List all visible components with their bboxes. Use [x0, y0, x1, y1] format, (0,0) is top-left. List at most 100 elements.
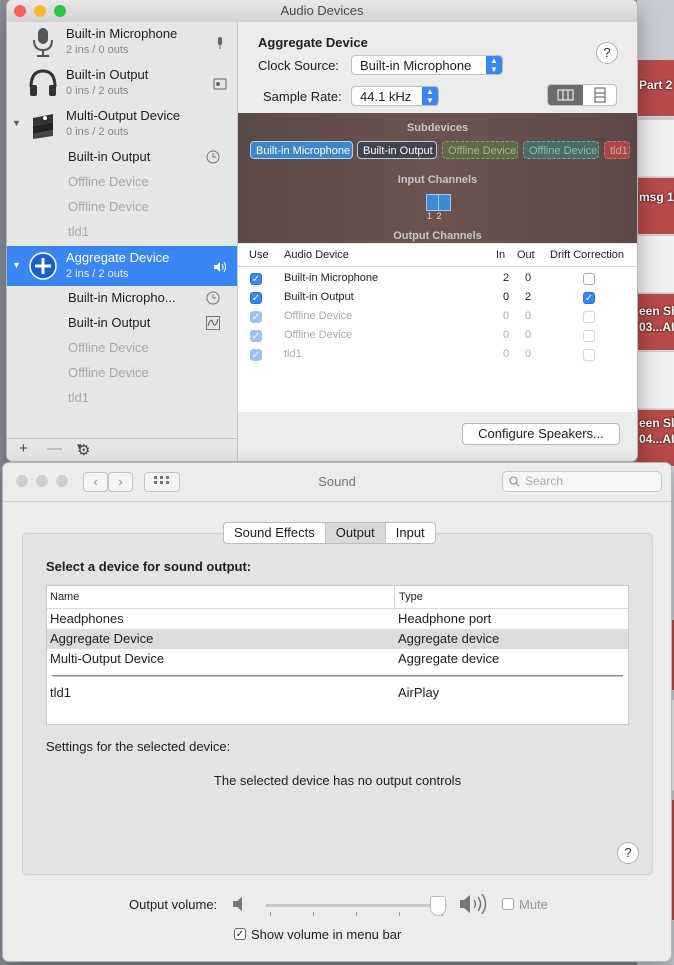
out-cell: 0 [525, 272, 532, 284]
disclosure-triangle-icon[interactable]: ▼ [12, 260, 21, 270]
sidebar-item-built-in-microphone[interactable]: Built-in Microphone 2 ins / 0 outs [7, 22, 237, 62]
mute-checkbox[interactable] [502, 898, 514, 910]
tab-sound-effects[interactable]: Sound Effects [224, 523, 326, 543]
sidebar-item-multi-output-device[interactable]: ▼ Multi-Output Device 0 ins / 2 outs [7, 104, 237, 144]
view-mode-toggle[interactable] [547, 84, 617, 106]
drift-correction-checkbox[interactable] [583, 349, 595, 361]
subdevice-chip[interactable]: Built-in Microphone [250, 141, 353, 159]
configure-speakers-button[interactable]: Configure Speakers... [462, 423, 620, 445]
drift-correction-checkbox[interactable]: ✓ [583, 292, 595, 304]
volume-slider[interactable] [265, 904, 447, 907]
use-checkbox[interactable]: ✓ [250, 311, 262, 323]
use-checkbox[interactable]: ✓ [250, 349, 262, 361]
microphone-icon [33, 28, 53, 57]
subdevice-chip[interactable]: Offline Device [523, 141, 599, 159]
sidebar-item-aggregate-device[interactable]: ▼ Aggregate Device 2 ins / 2 outs [7, 246, 237, 286]
column-header-drift[interactable]: Drift Correction [550, 244, 624, 266]
list-item[interactable]: tld1 AirPlay [47, 683, 628, 703]
out-cell: 0 [525, 310, 532, 322]
device-name-cell: Offline Device [284, 329, 353, 341]
sample-rate-label: Sample Rate: [263, 89, 342, 104]
device-sidebar: Built-in Microphone 2 ins / 0 outs Built… [7, 22, 238, 461]
table-row[interactable]: ✓ Offline Device 0 0 [238, 326, 637, 345]
popup-arrows-icon: ▲ ▼ [486, 56, 502, 74]
input-channel-2[interactable] [438, 194, 451, 211]
waveform-icon [206, 316, 220, 330]
column-header-in[interactable]: In [496, 244, 505, 266]
table-row[interactable]: ✓ Offline Device 0 0 [238, 307, 637, 326]
aggregate-plus-icon [29, 252, 57, 280]
column-header-type[interactable]: Type [394, 586, 423, 608]
sidebar-subdevice[interactable]: tld1 [68, 390, 89, 405]
drift-correction-checkbox[interactable] [583, 311, 595, 323]
speaker-output-icon [213, 78, 227, 90]
subdevice-table: Use Audio Device In Out Drift Correction… [238, 244, 637, 412]
sidebar-subdevice[interactable]: Offline Device [68, 365, 149, 380]
background-thumbnail: een Sh03...AI [637, 294, 674, 351]
channel-numbers: 1 2 [427, 211, 442, 221]
volume-slider-knob[interactable] [429, 896, 446, 916]
audio-devices-window: Audio Devices Built-in Microphone 2 ins … [7, 0, 637, 461]
help-button[interactable]: ? [617, 842, 639, 864]
settings-label: Settings for the selected device: [46, 739, 231, 754]
column-header-use[interactable]: Use [249, 244, 269, 266]
speaker-low-icon [233, 897, 242, 911]
clock-source-select[interactable]: Built-in Microphone ▲ ▼ [351, 55, 503, 75]
column-header-out[interactable]: Out [517, 244, 535, 266]
minimize-button[interactable] [34, 5, 46, 17]
sidebar-item-built-in-output[interactable]: Built-in Output 0 ins / 2 outs [7, 63, 237, 103]
columns-view-button[interactable] [548, 85, 583, 105]
background-thumbnail: msg 10 [637, 178, 674, 235]
subdevice-chip[interactable]: tld1 [604, 141, 630, 159]
sidebar-subdevice[interactable]: Offline Device [68, 340, 149, 355]
sidebar-subdevice[interactable]: Built-in Output [68, 315, 150, 330]
show-volume-checkbox[interactable]: ✓ [234, 928, 246, 940]
table-row[interactable]: ✓ tld1 0 0 [238, 345, 637, 364]
sidebar-subdevice[interactable]: Built-in Output [68, 149, 150, 164]
column-header-audio-device[interactable]: Audio Device [284, 244, 349, 266]
clock-icon [206, 150, 220, 164]
sidebar-subdevice[interactable]: Offline Device [68, 174, 149, 189]
table-row[interactable]: ✓ Built-in Microphone 2 0 [238, 269, 637, 288]
subdevice-chip[interactable]: Offline Device [442, 141, 518, 159]
device-detail: Aggregate Device ? Clock Source: Built-i… [238, 22, 637, 461]
background-thumbnail: een Sl 04...AI [637, 410, 674, 467]
close-button[interactable] [14, 5, 26, 17]
titlebar: ‹ › Sound Search [3, 463, 671, 502]
list-item[interactable]: Headphones Headphone port [47, 609, 628, 629]
drift-correction-checkbox[interactable] [583, 330, 595, 342]
sidebar-subdevice[interactable]: Offline Device [68, 199, 149, 214]
use-checkbox[interactable]: ✓ [250, 292, 262, 304]
speaker-volume-icon [214, 261, 226, 273]
list-item[interactable]: Multi-Output Device Aggregate device [47, 649, 628, 669]
table-row[interactable]: ✓ Built-in Output 0 2 ✓ [238, 288, 637, 307]
tab-output[interactable]: Output [325, 523, 386, 543]
window-title: Audio Devices [280, 3, 364, 18]
subdevice-chip[interactable]: Built-in Output [357, 141, 437, 159]
search-field[interactable]: Search [502, 471, 662, 492]
background-thumbnail [637, 236, 674, 293]
add-device-button[interactable]: + [19, 440, 28, 457]
column-header-name[interactable]: Name [50, 586, 79, 608]
disclosure-triangle-icon[interactable]: ▼ [12, 118, 21, 128]
sample-rate-select[interactable]: 44.1 kHz ▲ ▼ [351, 86, 439, 106]
popup-arrows-icon: ▲ ▼ [422, 87, 438, 105]
help-button[interactable]: ? [596, 42, 618, 64]
sidebar-subdevice[interactable]: tld1 [68, 224, 89, 239]
in-cell: 0 [503, 348, 510, 360]
zoom-button[interactable] [54, 5, 66, 17]
sidebar-subdevice[interactable]: Built-in Micropho... [68, 290, 176, 305]
list-item[interactable]: Aggregate Device Aggregate device [47, 629, 628, 649]
use-checkbox[interactable]: ✓ [250, 273, 262, 285]
input-channels-label: Input Channels [397, 174, 478, 186]
list-separator [52, 675, 623, 677]
clock-source-label: Clock Source: [258, 58, 339, 73]
remove-device-button[interactable]: — [47, 440, 62, 457]
rows-icon[interactable] [583, 85, 617, 105]
drift-correction-checkbox[interactable] [583, 273, 595, 285]
out-cell: 2 [525, 291, 532, 303]
tab-bar: Sound Effects Output Input [223, 522, 436, 544]
use-checkbox[interactable]: ✓ [250, 330, 262, 342]
tab-input[interactable]: Input [386, 523, 435, 543]
input-mic-icon [218, 37, 222, 49]
